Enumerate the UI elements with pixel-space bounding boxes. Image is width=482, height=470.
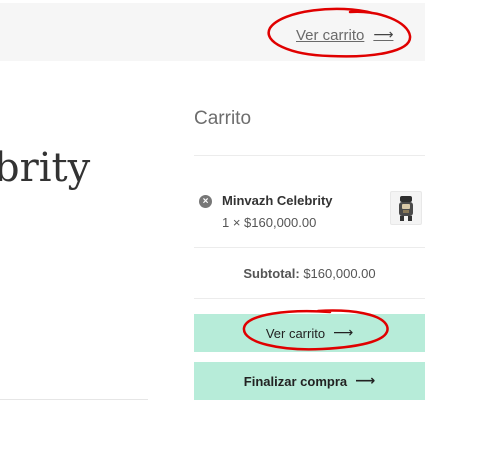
product-thumbnail[interactable] bbox=[390, 191, 422, 225]
cart-item-quantity: 1 × $160,000.00 bbox=[222, 215, 317, 230]
view-cart-link[interactable]: Ver carrito ⟶ bbox=[296, 23, 393, 47]
checkout-button[interactable]: Finalizar compra ⟶ bbox=[194, 362, 425, 400]
cart-subtotal: Subtotal: $160,000.00 bbox=[194, 266, 425, 281]
subtotal-value: $160,000.00 bbox=[303, 266, 376, 281]
cart-divider bbox=[194, 298, 425, 299]
product-title: brity bbox=[0, 145, 91, 191]
view-cart-button-label: Ver carrito bbox=[265, 325, 326, 341]
view-cart-button[interactable]: Ver carrito ⟶ bbox=[194, 314, 425, 352]
cart-widget-title: Carrito bbox=[194, 108, 252, 129]
cart-divider bbox=[194, 247, 425, 248]
arrow-right-icon: ⟶ bbox=[355, 371, 376, 388]
cart-divider bbox=[194, 155, 425, 156]
subtotal-label: Subtotal: bbox=[243, 266, 300, 281]
remove-x-icon[interactable]: × bbox=[199, 195, 212, 208]
product-image-icon bbox=[399, 196, 413, 221]
cart-item-name[interactable]: Minvazh Celebrity bbox=[222, 193, 333, 208]
cart-notice-bar: Ver carrito ⟶ bbox=[0, 3, 425, 61]
content-divider bbox=[0, 399, 148, 400]
view-cart-link-label: Ver carrito bbox=[296, 26, 365, 44]
page: Ver carrito ⟶ brity Carrito × Minvazh Ce… bbox=[0, 0, 482, 470]
checkout-button-label: Finalizar compra bbox=[243, 373, 348, 389]
arrow-right-icon: ⟶ bbox=[373, 25, 394, 42]
arrow-right-icon: ⟶ bbox=[333, 323, 354, 340]
